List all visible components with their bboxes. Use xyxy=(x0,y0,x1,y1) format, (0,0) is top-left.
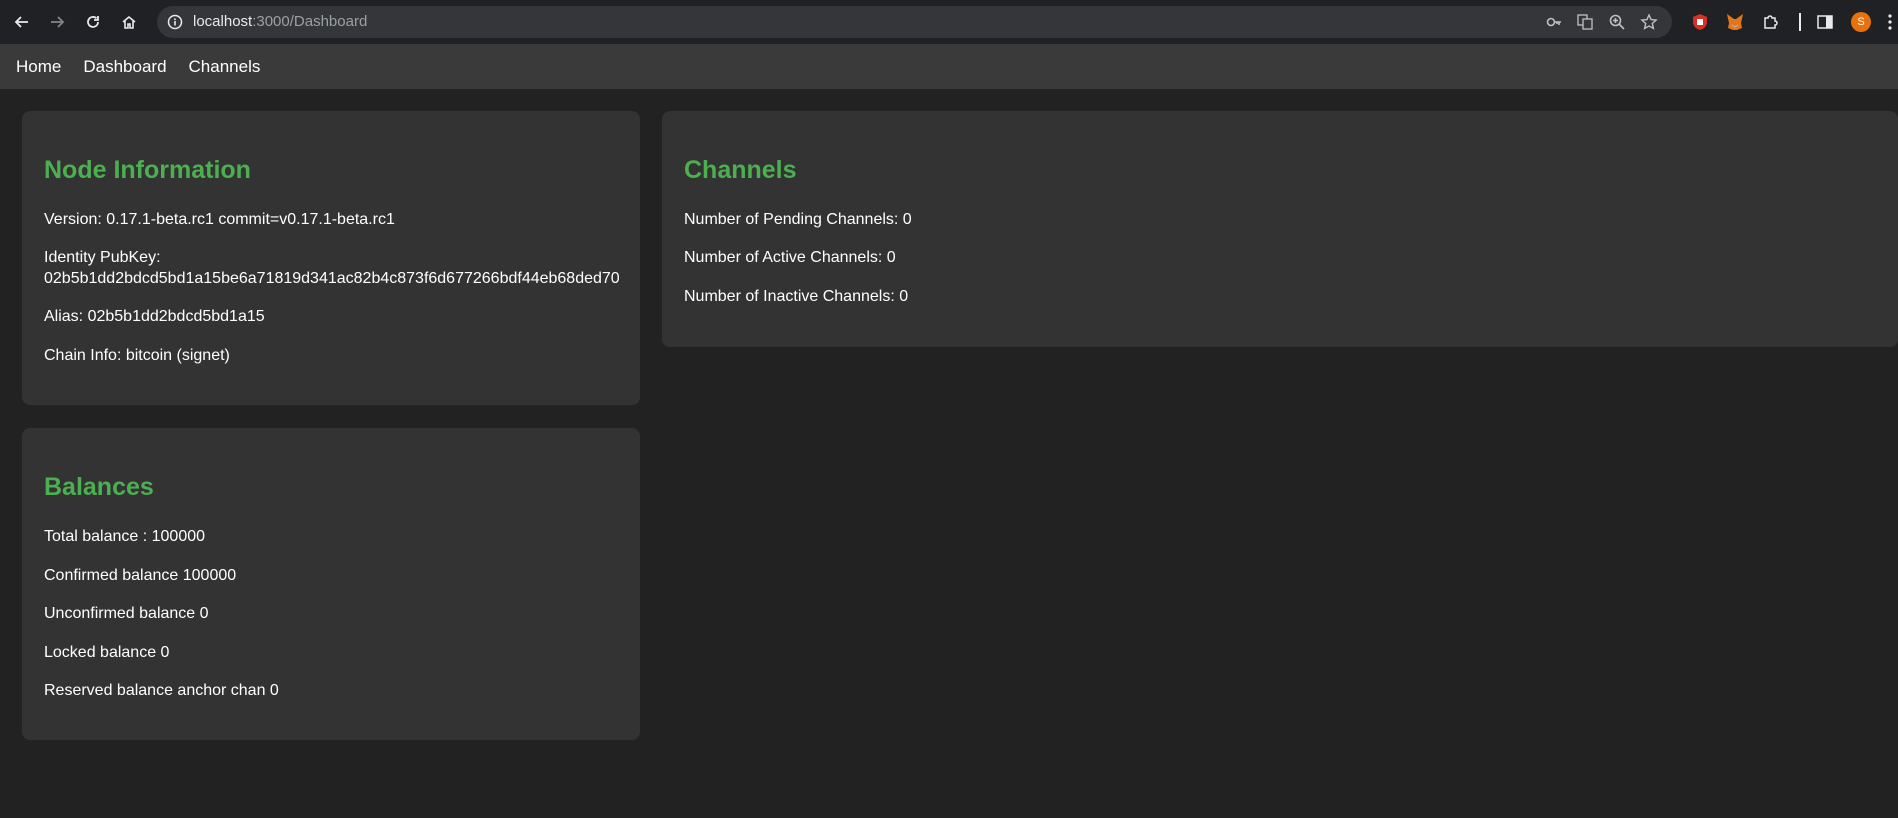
active-channels-count: Number of Active Channels: 0 xyxy=(684,249,896,266)
total-balance: Total balance : 100000 xyxy=(44,528,206,545)
browser-toolbar: localhost:3000/Dashboard S xyxy=(0,0,1898,44)
reserved-balance-anchor: Reserved balance anchor chan 0 xyxy=(44,682,279,699)
forward-arrow-icon[interactable] xyxy=(45,10,69,34)
url-text: localhost:3000/Dashboard xyxy=(193,13,367,30)
locked-balance: Locked balance 0 xyxy=(44,644,170,661)
identity-pubkey-value: 02b5b1dd2bdcd5bd1a15be6a71819d341ac82b4c… xyxy=(44,270,620,287)
unconfirmed-balance: Unconfirmed balance 0 xyxy=(44,605,209,622)
ublock-extension-icon[interactable] xyxy=(1688,10,1712,34)
identity-pubkey-label: Identity PubKey: xyxy=(44,249,161,266)
node-alias: Alias: 02b5b1dd2bdcd5bd1a15 xyxy=(44,308,265,325)
chain-info: Chain Info: bitcoin (signet) xyxy=(44,347,230,364)
inactive-channels-count: Number of Inactive Channels: 0 xyxy=(684,288,909,305)
zoom-icon[interactable] xyxy=(1607,12,1627,32)
profile-avatar[interactable]: S xyxy=(1851,12,1871,32)
nav-link-channels[interactable]: Channels xyxy=(189,57,261,77)
side-panel-icon[interactable] xyxy=(1813,10,1837,34)
nav-link-home[interactable]: Home xyxy=(16,57,61,77)
bookmark-star-icon[interactable] xyxy=(1639,12,1659,32)
confirmed-balance: Confirmed balance 100000 xyxy=(44,567,237,584)
url-path: :3000/Dashboard xyxy=(252,13,368,30)
reload-icon[interactable] xyxy=(81,10,105,34)
node-information-card: Node Information Version: 0.17.1-beta.rc… xyxy=(22,111,640,405)
back-arrow-icon[interactable] xyxy=(10,10,34,34)
extensions-puzzle-icon[interactable] xyxy=(1759,10,1783,34)
balances-title: Balances xyxy=(44,473,154,501)
node-information-title: Node Information xyxy=(44,156,251,184)
toolbar-divider xyxy=(1799,13,1801,31)
home-icon[interactable] xyxy=(117,10,141,34)
site-info-icon[interactable] xyxy=(167,14,183,30)
password-key-icon[interactable] xyxy=(1544,12,1564,32)
url-host: localhost xyxy=(193,13,253,30)
address-bar[interactable]: localhost:3000/Dashboard xyxy=(157,6,1672,38)
browser-menu-icon[interactable] xyxy=(1882,10,1898,34)
translate-icon[interactable] xyxy=(1575,12,1595,32)
nav-link-dashboard[interactable]: Dashboard xyxy=(83,57,166,77)
pending-channels-count: Number of Pending Channels: 0 xyxy=(684,211,912,228)
node-version: Version: 0.17.1-beta.rc1 commit=v0.17.1-… xyxy=(44,211,395,228)
channels-title: Channels xyxy=(684,156,797,184)
channels-card: Channels Number of Pending Channels: 0 N… xyxy=(662,111,1898,347)
app-nav-bar: Home Dashboard Channels xyxy=(0,44,1898,89)
metamask-fox-icon[interactable] xyxy=(1723,10,1747,34)
balances-card: Balances Total balance : 100000 Confirme… xyxy=(22,428,640,740)
